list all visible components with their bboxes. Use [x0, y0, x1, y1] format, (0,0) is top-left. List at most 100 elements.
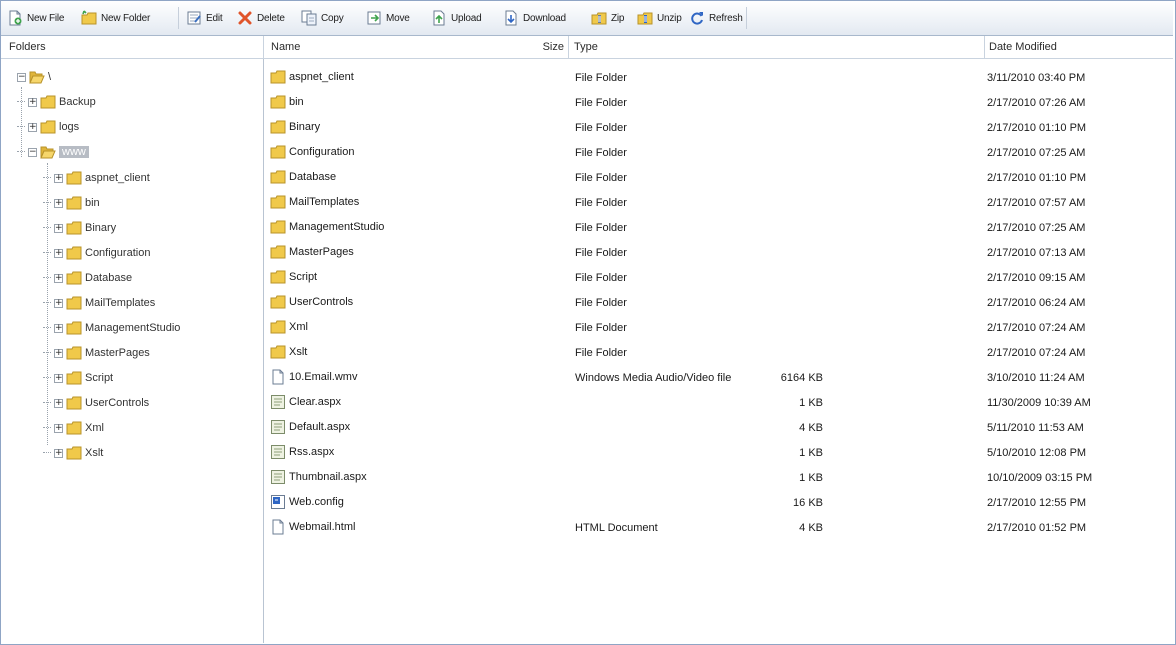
new-folder-button[interactable]: New Folder [81, 7, 150, 29]
collapse-icon[interactable]: − [28, 147, 37, 157]
file-row[interactable]: ManagementStudio File Folder 2/17/2010 07:… [264, 215, 1173, 240]
column-divider[interactable] [263, 36, 264, 58]
tree-node-backup[interactable]: + Backup [17, 92, 96, 112]
expand-icon[interactable]: + [54, 198, 63, 208]
file-row[interactable]: Default.aspx 4 KB 5/11/2010 11:53 AM [264, 415, 1173, 440]
expand-icon[interactable]: + [54, 223, 63, 233]
file-row[interactable]: MasterPages File Folder 2/17/2010 07:13 AM [264, 240, 1173, 265]
expand-icon[interactable]: + [54, 348, 63, 358]
expand-icon[interactable]: + [54, 298, 63, 308]
expand-icon[interactable]: + [54, 273, 63, 283]
refresh-icon [691, 12, 703, 25]
column-divider[interactable] [568, 36, 569, 58]
file-name-cell[interactable]: MailTemplates [270, 194, 359, 210]
file-row[interactable]: MailTemplates File Folder 2/17/2010 07:57 … [264, 190, 1173, 215]
file-row[interactable]: Thumbnail.aspx 1 KB 10/10/2009 03:15 PM [264, 465, 1173, 490]
expand-icon[interactable]: + [28, 97, 37, 107]
tree-node-aspnet-client[interactable]: + aspnet_client [43, 168, 150, 188]
tree-node-xml[interactable]: + Xml [43, 418, 104, 438]
edit-icon [187, 11, 201, 25]
file-name-cell[interactable]: aspnet_client [270, 69, 354, 85]
file-row[interactable]: Web.config 16 KB 2/17/2010 12:55 PM [264, 490, 1173, 515]
tree-label: Xslt [85, 447, 104, 459]
file-name-cell[interactable]: Binary [270, 119, 320, 135]
file-name-cell[interactable]: Xslt [270, 344, 307, 360]
file-row[interactable]: Configuration File Folder 2/17/2010 07:25 … [264, 140, 1173, 165]
file-name-cell[interactable]: bin [270, 94, 304, 110]
file-name-cell[interactable]: Database [270, 169, 336, 185]
file-row[interactable]: Xslt File Folder 2/17/2010 07:24 AM [264, 340, 1173, 365]
file-name-cell[interactable]: Script [270, 269, 317, 285]
file-name-cell[interactable]: Rss.aspx [270, 444, 334, 460]
expand-icon[interactable]: + [54, 448, 63, 458]
file-name-cell[interactable]: 10.Email.wmv [270, 369, 357, 385]
file-name-cell[interactable]: ManagementStudio [270, 219, 384, 235]
file-row[interactable]: UserControls File Folder 2/17/2010 06:24 A… [264, 290, 1173, 315]
tree-node-usercontrols[interactable]: + UserControls [43, 393, 149, 413]
delete-button[interactable]: Delete [237, 7, 285, 29]
edit-button[interactable]: Edit [186, 7, 223, 29]
zip-label: Zip [611, 12, 625, 24]
tree-node-www[interactable]: − www [17, 142, 89, 162]
file-name-cell[interactable]: Default.aspx [270, 419, 350, 435]
size-column-header[interactable]: Size [507, 36, 567, 58]
tree-node-managementstudio[interactable]: + ManagementStudio [43, 318, 180, 338]
move-button[interactable]: Move [366, 7, 410, 29]
file-row[interactable]: 10.Email.wmv 6164 KB Windows Media Audio/V… [264, 365, 1173, 390]
file-name-cell[interactable]: UserControls [270, 294, 353, 310]
zip-button[interactable]: Zip [591, 7, 625, 29]
expand-icon[interactable]: + [54, 373, 63, 383]
expand-icon[interactable]: + [54, 423, 63, 433]
file-row[interactable]: Script File Folder 2/17/2010 09:15 AM [264, 265, 1173, 290]
new-file-icon [9, 10, 22, 26]
type-column-header[interactable]: Type [570, 36, 980, 58]
expand-icon[interactable]: + [54, 248, 63, 258]
copy-button[interactable]: Copy [301, 7, 344, 29]
tree-node-script[interactable]: + Script [43, 368, 113, 388]
file-size: 4 KB [799, 422, 823, 434]
download-button[interactable]: Download [503, 7, 566, 29]
file-date-modified: 2/17/2010 12:55 PM [987, 497, 1087, 509]
file-row[interactable]: aspnet_client File Folder 3/11/2010 03:40 … [264, 65, 1173, 90]
file-row[interactable]: bin File Folder 2/17/2010 07:26 AM [264, 90, 1173, 115]
collapse-icon[interactable]: − [17, 72, 26, 82]
file-row[interactable]: Xml File Folder 2/17/2010 07:24 AM [264, 315, 1173, 340]
file-date-modified: 2/17/2010 07:26 AM [987, 97, 1086, 109]
file-name-cell[interactable]: Thumbnail.aspx [270, 469, 367, 485]
unzip-button[interactable]: Unzip [637, 7, 682, 29]
file-name-cell[interactable]: MasterPages [270, 244, 354, 260]
refresh-button[interactable]: Refresh [689, 7, 743, 29]
date-modified-column-header[interactable]: Date Modified [985, 36, 1171, 58]
file-name-cell[interactable]: Webmail.html [270, 519, 355, 535]
file-type: File Folder [575, 272, 627, 284]
file-row[interactable]: Rss.aspx 1 KB 5/10/2010 12:08 PM [264, 440, 1173, 465]
expand-icon[interactable]: + [54, 398, 63, 408]
file-name-cell[interactable]: Xml [270, 319, 308, 335]
expand-icon[interactable]: + [54, 173, 63, 183]
file-row[interactable]: Webmail.html 4 KB HTML Document 2/17/2010 0… [264, 515, 1173, 540]
file-name-cell[interactable]: Clear.aspx [270, 394, 341, 410]
file-name-cell[interactable]: Configuration [270, 144, 354, 160]
file-name: Script [289, 271, 318, 283]
tree-node-database[interactable]: + Database [43, 268, 132, 288]
folders-header: Folders [9, 41, 46, 53]
file-name-cell[interactable]: Web.config [270, 494, 344, 510]
tree-node-mailtemplates[interactable]: + MailTemplates [43, 293, 155, 313]
upload-button[interactable]: Upload [431, 7, 482, 29]
name-column-header[interactable]: Name [267, 36, 507, 58]
tree-node-masterpages[interactable]: + MasterPages [43, 343, 150, 363]
folder-icon [270, 120, 286, 134]
file-row[interactable]: Binary File Folder 2/17/2010 01:10 PM [264, 115, 1173, 140]
upload-icon [433, 10, 445, 26]
expand-icon[interactable]: + [28, 122, 37, 132]
tree-node-bin[interactable]: + bin [43, 193, 100, 213]
tree-node-logs[interactable]: + logs [17, 117, 79, 137]
tree-node-binary[interactable]: + Binary [43, 218, 116, 238]
expand-icon[interactable]: + [54, 323, 63, 333]
file-row[interactable]: Database File Folder 2/17/2010 01:10 PM [264, 165, 1173, 190]
new-file-button[interactable]: New File [7, 7, 64, 29]
tree-node-root[interactable]: − \ [17, 67, 51, 87]
tree-node-configuration[interactable]: + Configuration [43, 243, 150, 263]
file-row[interactable]: Clear.aspx 1 KB 11/30/2009 10:39 AM [264, 390, 1173, 415]
tree-node-xslt[interactable]: + Xslt [43, 443, 103, 463]
